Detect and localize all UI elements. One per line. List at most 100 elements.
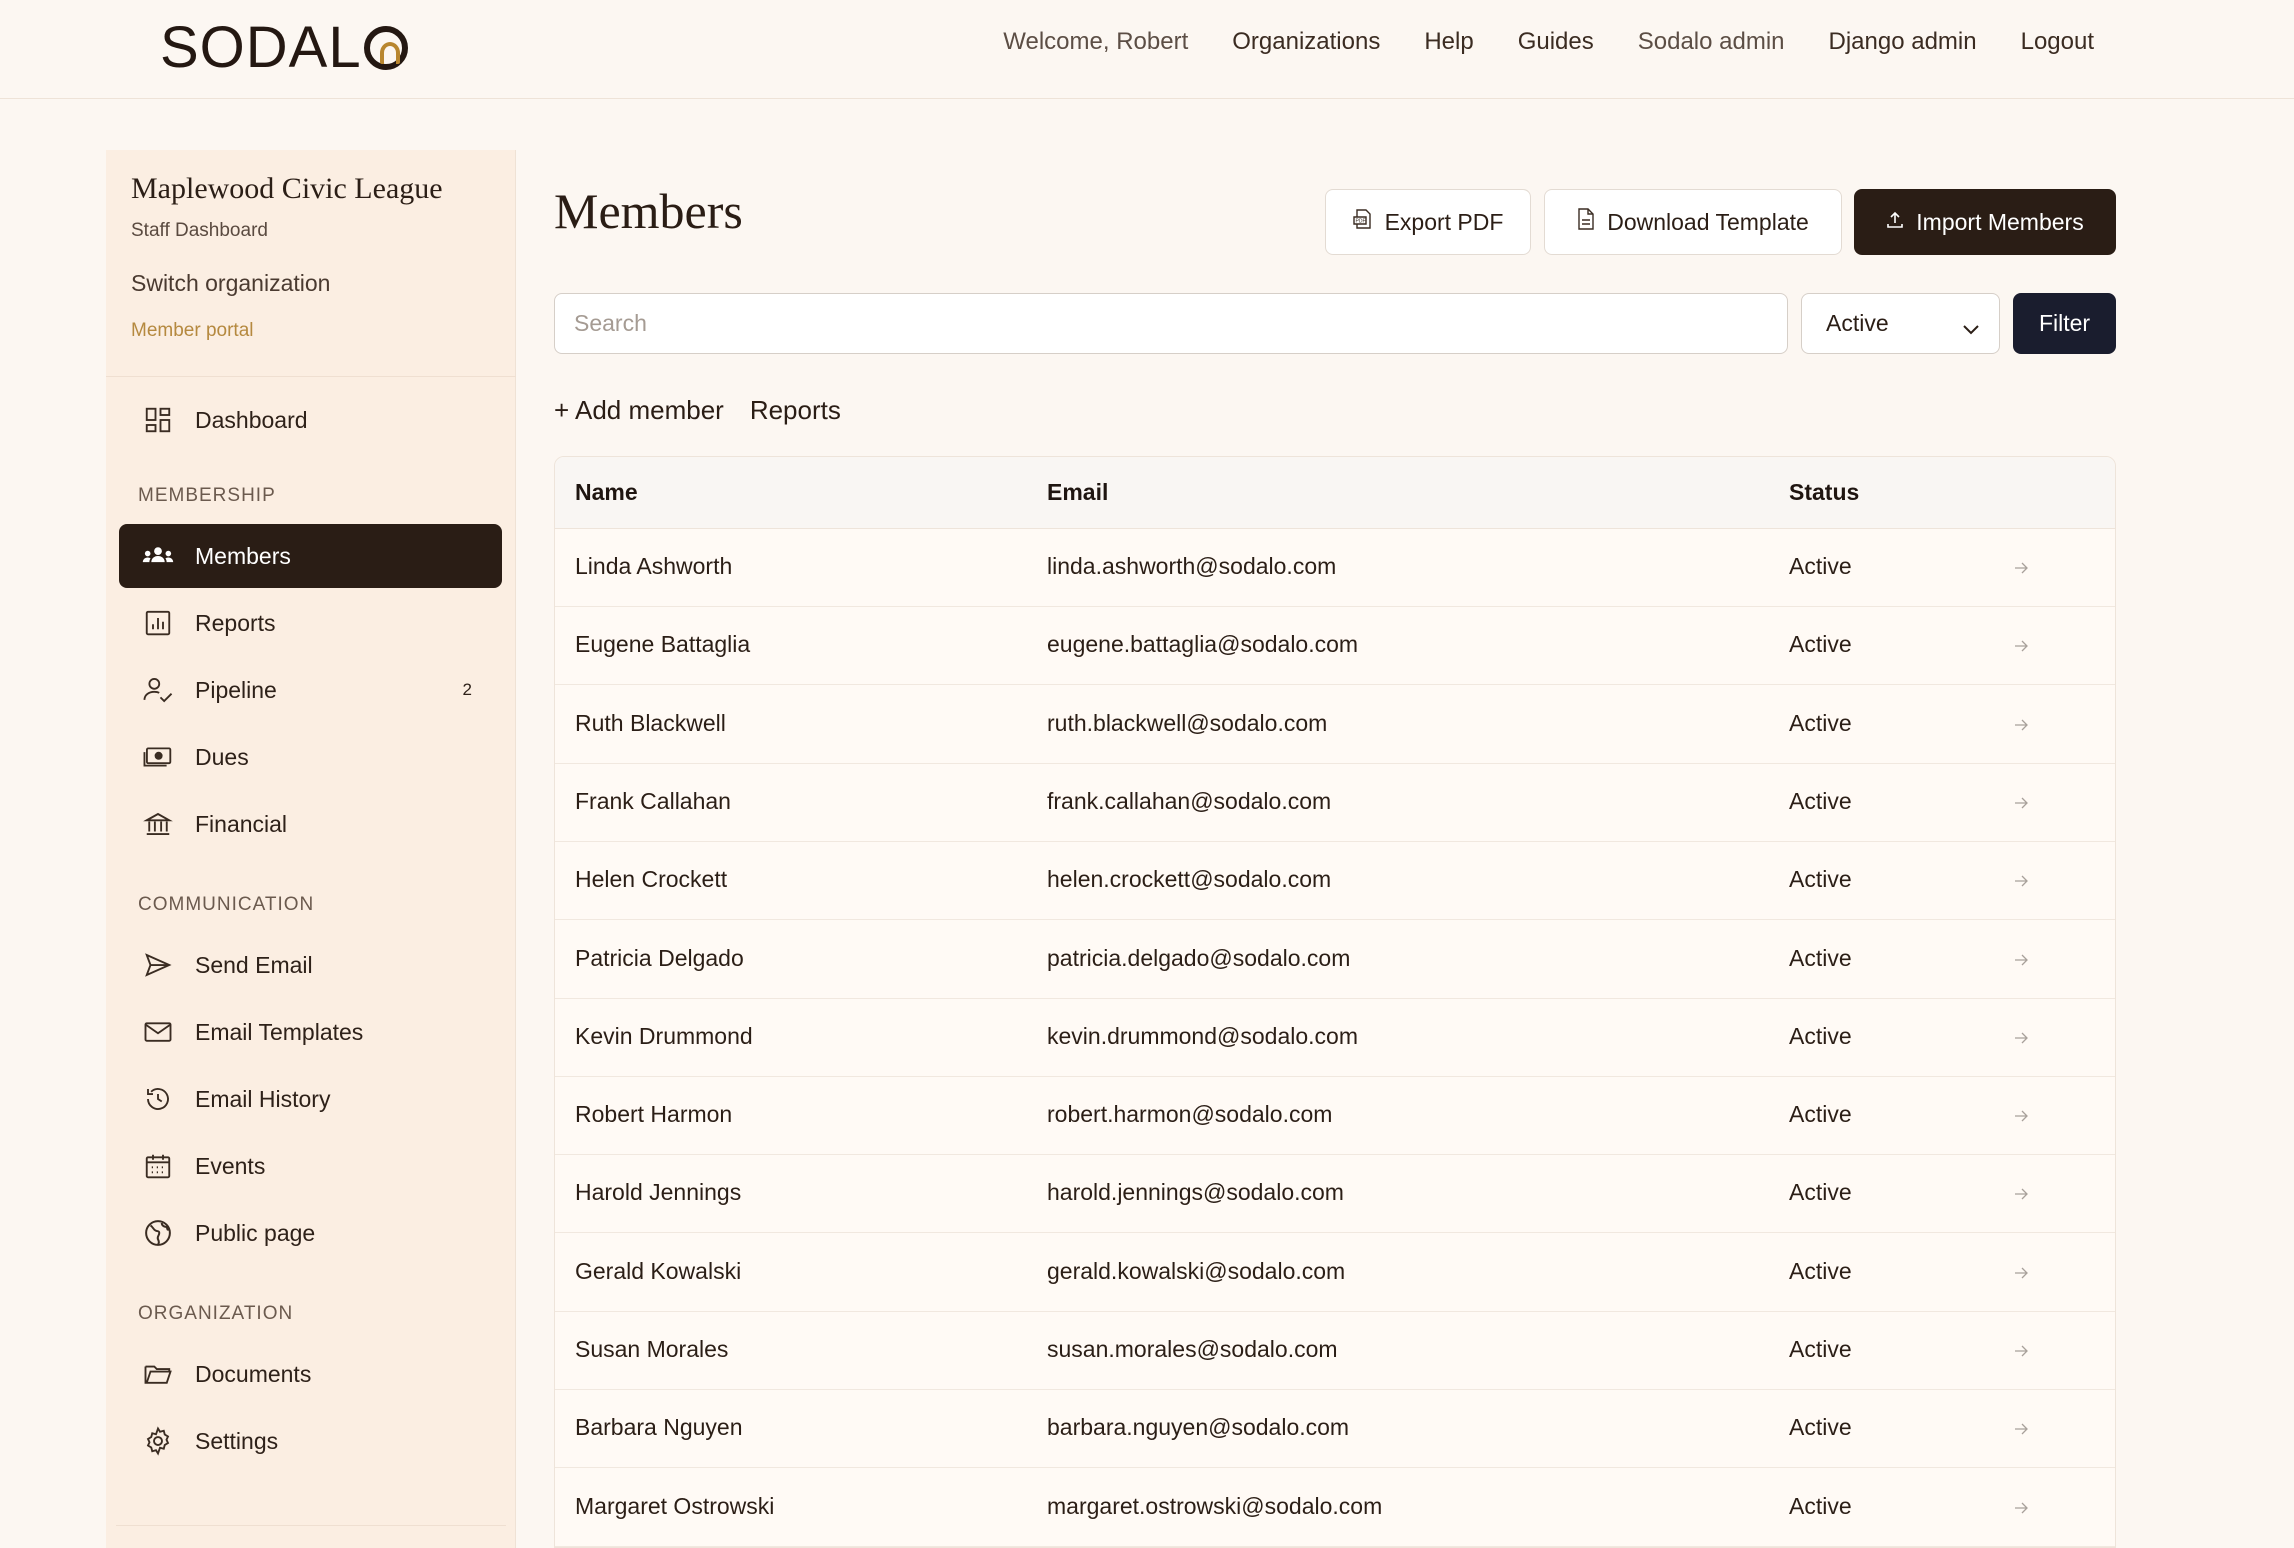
reports-link[interactable]: Reports — [750, 395, 841, 426]
arrow-right-icon[interactable] — [2013, 1416, 2029, 1443]
nav-link-logout[interactable]: Logout — [2021, 28, 2094, 56]
import-members-button[interactable]: Import Members — [1854, 189, 2116, 255]
cell-email: margaret.ostrowski@sodalo.com — [1047, 1492, 1383, 1519]
sidebar-item-financial[interactable]: Financial — [119, 792, 502, 856]
sidebar-item-label: Email History — [195, 1085, 331, 1112]
column-header-name[interactable]: Name — [575, 479, 638, 506]
table-row[interactable]: Barbara Nguyen barbara.nguyen@sodalo.com A… — [555, 1390, 2115, 1469]
table-row[interactable]: Susan Morales susan.morales@sodalo.com Act… — [555, 1312, 2115, 1390]
nav-link-organizations[interactable]: Organizations — [1232, 28, 1380, 56]
table-row[interactable]: Robert Harmon robert.harmon@sodalo.com Act… — [555, 1077, 2115, 1156]
table-row[interactable]: Eugene Battaglia eugene.battaglia@sodalo.… — [555, 607, 2115, 686]
sidebar-item-label: Email Templates — [195, 1018, 364, 1045]
cell-email: barbara.nguyen@sodalo.com — [1047, 1414, 1350, 1441]
upload-icon — [1886, 209, 1904, 236]
cell-status: Active — [1789, 709, 1852, 736]
arrow-right-icon[interactable] — [2013, 868, 2029, 895]
table-row[interactable]: Kevin Drummond kevin.drummond@sodalo.com A… — [555, 999, 2115, 1077]
cell-email: patricia.delgado@sodalo.com — [1047, 944, 1351, 971]
cell-status: Active — [1789, 1257, 1852, 1284]
sidebar-item-dashboard[interactable]: Dashboard — [119, 388, 502, 452]
sidebar-item-pipeline[interactable]: Pipeline 2 — [119, 658, 502, 722]
table-row[interactable]: Linda Ashworth linda.ashworth@sodalo.com A… — [555, 529, 2115, 607]
cell-email: kevin.drummond@sodalo.com — [1047, 1022, 1358, 1049]
cell-status: Active — [1789, 1179, 1852, 1206]
status-filter-select[interactable]: Active — [1801, 293, 2000, 354]
cell-email: linda.ashworth@sodalo.com — [1047, 553, 1337, 579]
table-row[interactable]: Patricia Delgado patricia.delgado@sodalo.… — [555, 921, 2115, 999]
member-portal-link[interactable]: Member portal — [131, 320, 254, 342]
sidebar-item-settings[interactable]: Settings — [119, 1409, 502, 1473]
table-row[interactable]: Ruth Blackwell ruth.blackwell@sodalo.com A… — [555, 686, 2115, 764]
top-navigation-bar: SODAL Welcome, Robert Organizations Help… — [0, 0, 2294, 99]
sidebar-item-public-page[interactable]: Public page — [119, 1201, 502, 1265]
table-row[interactable]: Harold Jennings harold.jennings@sodalo.co… — [555, 1155, 2115, 1234]
calendar-icon — [141, 1149, 175, 1183]
sidebar-item-events[interactable]: Events — [119, 1134, 502, 1198]
arrow-right-icon[interactable] — [2013, 633, 2029, 660]
table-row[interactable]: Frank Callahan frank.callahan@sodalo.com A… — [555, 764, 2115, 842]
cell-status: Active — [1789, 866, 1852, 893]
cell-email: robert.harmon@sodalo.com — [1047, 1101, 1333, 1128]
arrow-right-icon[interactable] — [2013, 555, 2029, 582]
sidebar-item-label: Public page — [195, 1219, 316, 1246]
arrow-right-icon[interactable] — [2013, 790, 2029, 817]
filter-button[interactable]: Filter — [2013, 293, 2116, 354]
cell-name: Gerald Kowalski — [575, 1257, 742, 1284]
folder-icon — [141, 1357, 175, 1391]
pdf-file-icon: PDF — [1352, 208, 1373, 236]
download-template-label: Download Template — [1607, 208, 1809, 235]
cell-name: Barbara Nguyen — [575, 1414, 743, 1441]
arrow-right-icon[interactable] — [2013, 1260, 2029, 1287]
arrow-right-icon[interactable] — [2013, 1025, 2029, 1052]
cell-email: susan.morales@sodalo.com — [1047, 1336, 1338, 1362]
export-pdf-button[interactable]: PDF Export PDF — [1325, 189, 1531, 255]
cell-status: Active — [1789, 1414, 1852, 1441]
table-row[interactable]: Gerald Kowalski gerald.kowalski@sodalo.co… — [555, 1234, 2115, 1312]
status-filter-value: Active — [1826, 310, 1889, 336]
sidebar-item-label: Documents — [195, 1360, 312, 1387]
cell-status: Active — [1789, 1022, 1852, 1049]
search-input[interactable] — [554, 293, 1788, 354]
nav-link-guides[interactable]: Guides — [1518, 28, 1594, 56]
sidebar-item-label: Dashboard — [195, 406, 308, 433]
globe-icon — [141, 1216, 175, 1250]
sidebar: Maplewood Civic League Staff Dashboard S… — [106, 150, 516, 1548]
sidebar-item-label: Members — [195, 542, 291, 569]
nav-link-django-admin[interactable]: Django admin — [1829, 28, 1977, 56]
column-header-email[interactable]: Email — [1047, 479, 1108, 506]
sidebar-item-email-templates[interactable]: Email Templates — [119, 1000, 502, 1064]
arrow-right-icon[interactable] — [2013, 1495, 2029, 1522]
cell-status: Active — [1789, 553, 1852, 579]
sidebar-item-email-history[interactable]: Email History — [119, 1067, 502, 1131]
arrow-right-icon[interactable] — [2013, 947, 2029, 974]
banknote-icon — [141, 740, 175, 774]
bar-chart-icon — [141, 606, 175, 640]
cell-status: Active — [1789, 944, 1852, 971]
org-subtitle: Staff Dashboard — [131, 220, 268, 241]
bank-building-icon — [141, 807, 175, 841]
sidebar-item-label: Pipeline — [195, 676, 277, 703]
table-header: Name Email Status — [555, 457, 2115, 529]
import-members-label: Import Members — [1916, 208, 2084, 235]
export-pdf-label: Export PDF — [1384, 208, 1504, 235]
nav-link-help[interactable]: Help — [1424, 28, 1473, 56]
sidebar-item-send-email[interactable]: Send Email — [119, 933, 502, 997]
arrow-right-icon[interactable] — [2013, 1103, 2029, 1130]
nav-link-sodalo-admin[interactable]: Sodalo admin — [1638, 28, 1785, 56]
switch-organization-link[interactable]: Switch organization — [131, 270, 330, 297]
arrow-right-icon[interactable] — [2013, 1181, 2029, 1208]
sidebar-item-members[interactable]: Members — [119, 524, 502, 588]
table-row[interactable]: Helen Crockett helen.crockett@sodalo.com A… — [555, 842, 2115, 921]
arrow-right-icon[interactable] — [2013, 712, 2029, 739]
arrow-right-icon[interactable] — [2013, 1338, 2029, 1365]
sidebar-item-dues[interactable]: Dues — [119, 725, 502, 789]
org-name: Maplewood Civic League — [131, 172, 443, 205]
column-header-status[interactable]: Status — [1789, 479, 1859, 506]
download-template-button[interactable]: Download Template — [1544, 189, 1842, 255]
table-row[interactable]: Margaret Ostrowski margaret.ostrowski@sod… — [555, 1469, 2115, 1547]
sidebar-item-documents[interactable]: Documents — [119, 1342, 502, 1406]
sodalo-logo[interactable]: SODAL — [160, 14, 408, 81]
add-member-link[interactable]: + Add member — [554, 395, 724, 426]
sidebar-item-reports[interactable]: Reports — [119, 591, 502, 655]
